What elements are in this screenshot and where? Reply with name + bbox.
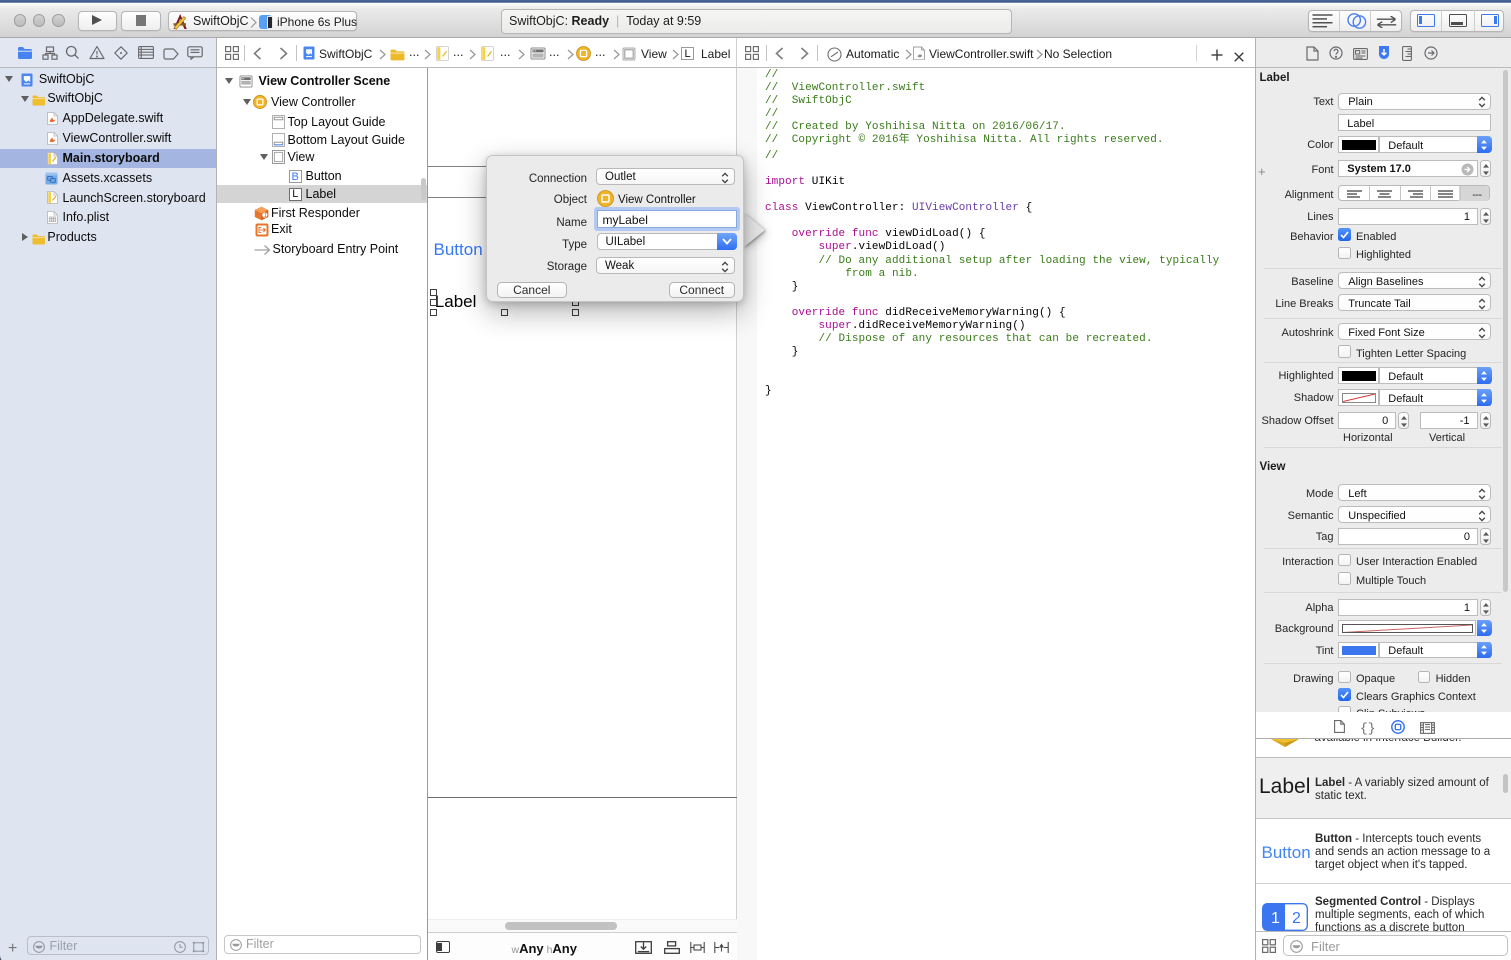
svg-text:1: 1 [264,213,267,219]
svg-text:1: 1 [1271,910,1280,927]
svg-text:2: 2 [1292,910,1301,927]
